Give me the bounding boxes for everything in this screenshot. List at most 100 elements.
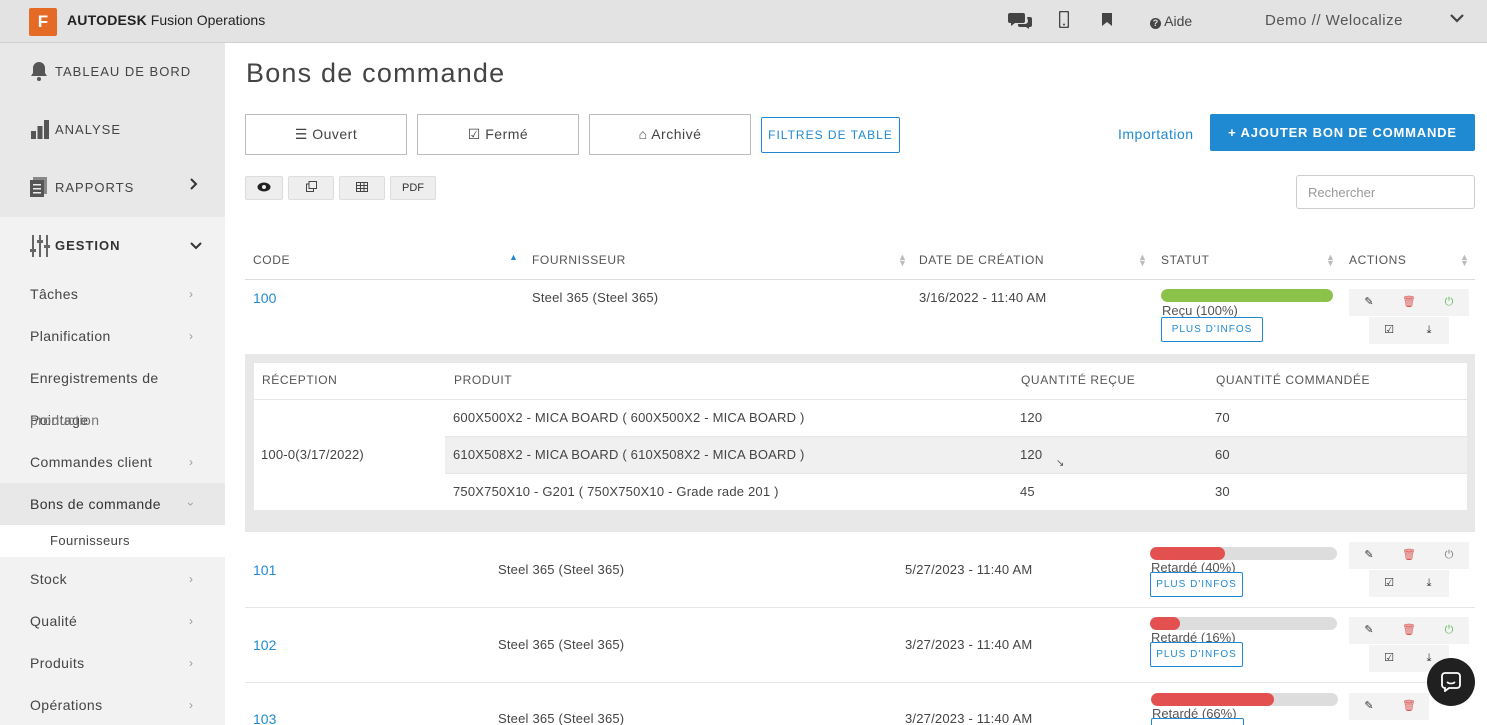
trash-icon[interactable]: 🗑: [1389, 542, 1429, 569]
download-icon[interactable]: ⤓: [1409, 317, 1449, 344]
header-divider: [245, 279, 1475, 280]
filter-ouvert-button[interactable]: ☰ Ouvert: [245, 114, 407, 155]
check-square-icon[interactable]: ☑: [1369, 645, 1409, 672]
power-icon[interactable]: ⏻: [1429, 289, 1469, 316]
bar-chart-icon: [30, 119, 50, 139]
edit-icon[interactable]: ✎: [1349, 542, 1389, 569]
chevron-right-icon: ›: [189, 455, 193, 469]
sidebar-item-rapports[interactable]: RAPPORTS: [0, 159, 225, 217]
chevron-down-icon[interactable]: [1450, 10, 1464, 28]
bell-icon: [30, 61, 50, 81]
row-divider: [245, 682, 1475, 683]
header-reception: RÉCEPTION: [262, 373, 338, 387]
sliders-icon: [30, 235, 50, 257]
header-statut[interactable]: STATUT: [1161, 253, 1209, 267]
sidebar-item-planification[interactable]: Planification ›: [0, 315, 225, 357]
check-square-icon[interactable]: ☑: [1369, 570, 1409, 597]
question-circle-icon: ?: [1150, 18, 1161, 29]
search-input[interactable]: [1296, 175, 1475, 209]
sidebar-item-produits[interactable]: Produits ›: [0, 642, 225, 684]
date-cell: 3/27/2023 - 11:40 AM: [905, 711, 1033, 725]
mobile-icon[interactable]: [1058, 10, 1070, 33]
edit-icon[interactable]: ✎: [1349, 617, 1389, 644]
download-icon[interactable]: ⤓: [1409, 570, 1449, 597]
sort-icon[interactable]: ▲ ▼: [898, 253, 907, 268]
divider: [254, 399, 1467, 400]
order-code-link[interactable]: 102: [253, 637, 276, 653]
header-actions: ACTIONS: [1349, 253, 1407, 267]
edit-icon[interactable]: ✎: [1349, 289, 1389, 316]
sidebar-item-tableau-de-bord[interactable]: TABLEAU DE BORD: [0, 43, 225, 101]
header-quantite-commandee: QUANTITÉ COMMANDÉE: [1216, 373, 1371, 387]
inbox-icon: ⌂: [638, 126, 648, 142]
bookmark-icon[interactable]: [1102, 13, 1112, 31]
progress-fill: [1150, 617, 1180, 630]
edit-icon[interactable]: ✎: [1349, 693, 1389, 720]
sort-asc-icon[interactable]: ▲: [509, 253, 518, 262]
more-info-button[interactable]: PLUS D'INFOS: [1161, 317, 1263, 342]
chevron-down-icon: ›: [184, 502, 198, 506]
sidebar-item-bons-de-commande[interactable]: Bons de commande ›: [0, 483, 225, 525]
sort-icon[interactable]: ▲ ▼: [1138, 253, 1147, 268]
sidebar-item-qualite[interactable]: Qualité ›: [0, 600, 225, 642]
power-icon[interactable]: ⏻: [1429, 542, 1469, 569]
brand-name: AUTODESK Fusion Operations: [67, 12, 266, 28]
received-cell: 45: [1020, 484, 1035, 499]
excel-export-button[interactable]: [339, 176, 385, 200]
add-purchase-order-button[interactable]: + AJOUTER BON DE COMMANDE: [1210, 114, 1475, 151]
user-menu[interactable]: Demo // Welocalize: [1265, 12, 1403, 29]
help-link[interactable]: ? Aide: [1150, 13, 1192, 29]
sidebar: TABLEAU DE BORD ANALYSE RAPPORTS GESTION…: [0, 43, 225, 725]
sidebar-item-enregistrements[interactable]: Enregistrements de Pointage production: [0, 357, 225, 441]
more-info-button[interactable]: PLUS D'INFOS: [1150, 642, 1243, 667]
date-cell: 3/16/2022 - 11:40 AM: [919, 290, 1047, 305]
trash-icon[interactable]: 🗑: [1389, 617, 1429, 644]
row-divider: [245, 607, 1475, 608]
table-filters-button[interactable]: FILTRES DE TABLE: [761, 117, 900, 153]
mouse-cursor-icon: ↘: [1056, 458, 1065, 469]
supplier-cell: Steel 365 (Steel 365): [498, 562, 625, 577]
progress-bar: [1150, 617, 1337, 630]
chevron-right-icon: ›: [189, 572, 193, 586]
order-code-link[interactable]: 100: [253, 290, 276, 306]
copy-icon: [305, 181, 317, 194]
chevron-right-icon: [190, 177, 198, 193]
sidebar-item-fournisseurs[interactable]: Fournisseurs: [0, 525, 225, 557]
autodesk-logo[interactable]: F: [29, 8, 60, 39]
overlap-text: production: [30, 412, 100, 428]
check-square-icon[interactable]: ☑: [1369, 317, 1409, 344]
more-info-button[interactable]: [1151, 718, 1244, 725]
filter-archive-button[interactable]: ⌂ Archivé: [589, 114, 751, 155]
trash-icon[interactable]: 🗑: [1389, 693, 1429, 720]
chevron-right-icon: ›: [189, 656, 193, 670]
sidebar-item-taches[interactable]: Tâches ›: [0, 273, 225, 315]
header-quantite-recue: QUANTITÉ REÇUE: [1021, 373, 1136, 387]
sidebar-item-gestion[interactable]: GESTION: [0, 217, 225, 277]
ordered-cell: 70: [1215, 410, 1230, 425]
chat-launcher-icon[interactable]: [1427, 658, 1475, 706]
received-cell: 120: [1020, 447, 1043, 462]
sidebar-item-operations[interactable]: Opérations ›: [0, 684, 225, 725]
header-code[interactable]: CODE: [253, 253, 290, 267]
filter-ferme-button[interactable]: ☑ Fermé: [417, 114, 579, 155]
pdf-export-button[interactable]: PDF: [390, 176, 436, 200]
copy-button[interactable]: [288, 176, 334, 200]
reception-label: 100-0(3/17/2022): [261, 447, 364, 462]
order-code-link[interactable]: 101: [253, 562, 276, 578]
toggle-columns-button[interactable]: [245, 176, 283, 200]
sort-icon[interactable]: ▲ ▼: [1326, 253, 1335, 268]
chat-bubbles-icon[interactable]: [1008, 11, 1032, 34]
report-icon: [30, 177, 50, 197]
header-date[interactable]: DATE DE CRÉATION: [919, 253, 1044, 267]
import-link[interactable]: Importation: [1118, 126, 1194, 142]
header-fournisseur[interactable]: FOURNISSEUR: [532, 253, 626, 267]
sort-icon[interactable]: ▲ ▼: [1460, 253, 1469, 268]
trash-icon[interactable]: 🗑: [1389, 289, 1429, 316]
sidebar-item-analyse[interactable]: ANALYSE: [0, 101, 225, 159]
order-code-link[interactable]: 103: [253, 711, 276, 725]
sidebar-item-stock[interactable]: Stock ›: [0, 558, 225, 600]
more-info-button[interactable]: PLUS D'INFOS: [1150, 572, 1243, 597]
page-title: Bons de commande: [246, 58, 506, 88]
sidebar-item-commandes-client[interactable]: Commandes client ›: [0, 441, 225, 483]
power-icon[interactable]: ⏻: [1429, 617, 1469, 644]
